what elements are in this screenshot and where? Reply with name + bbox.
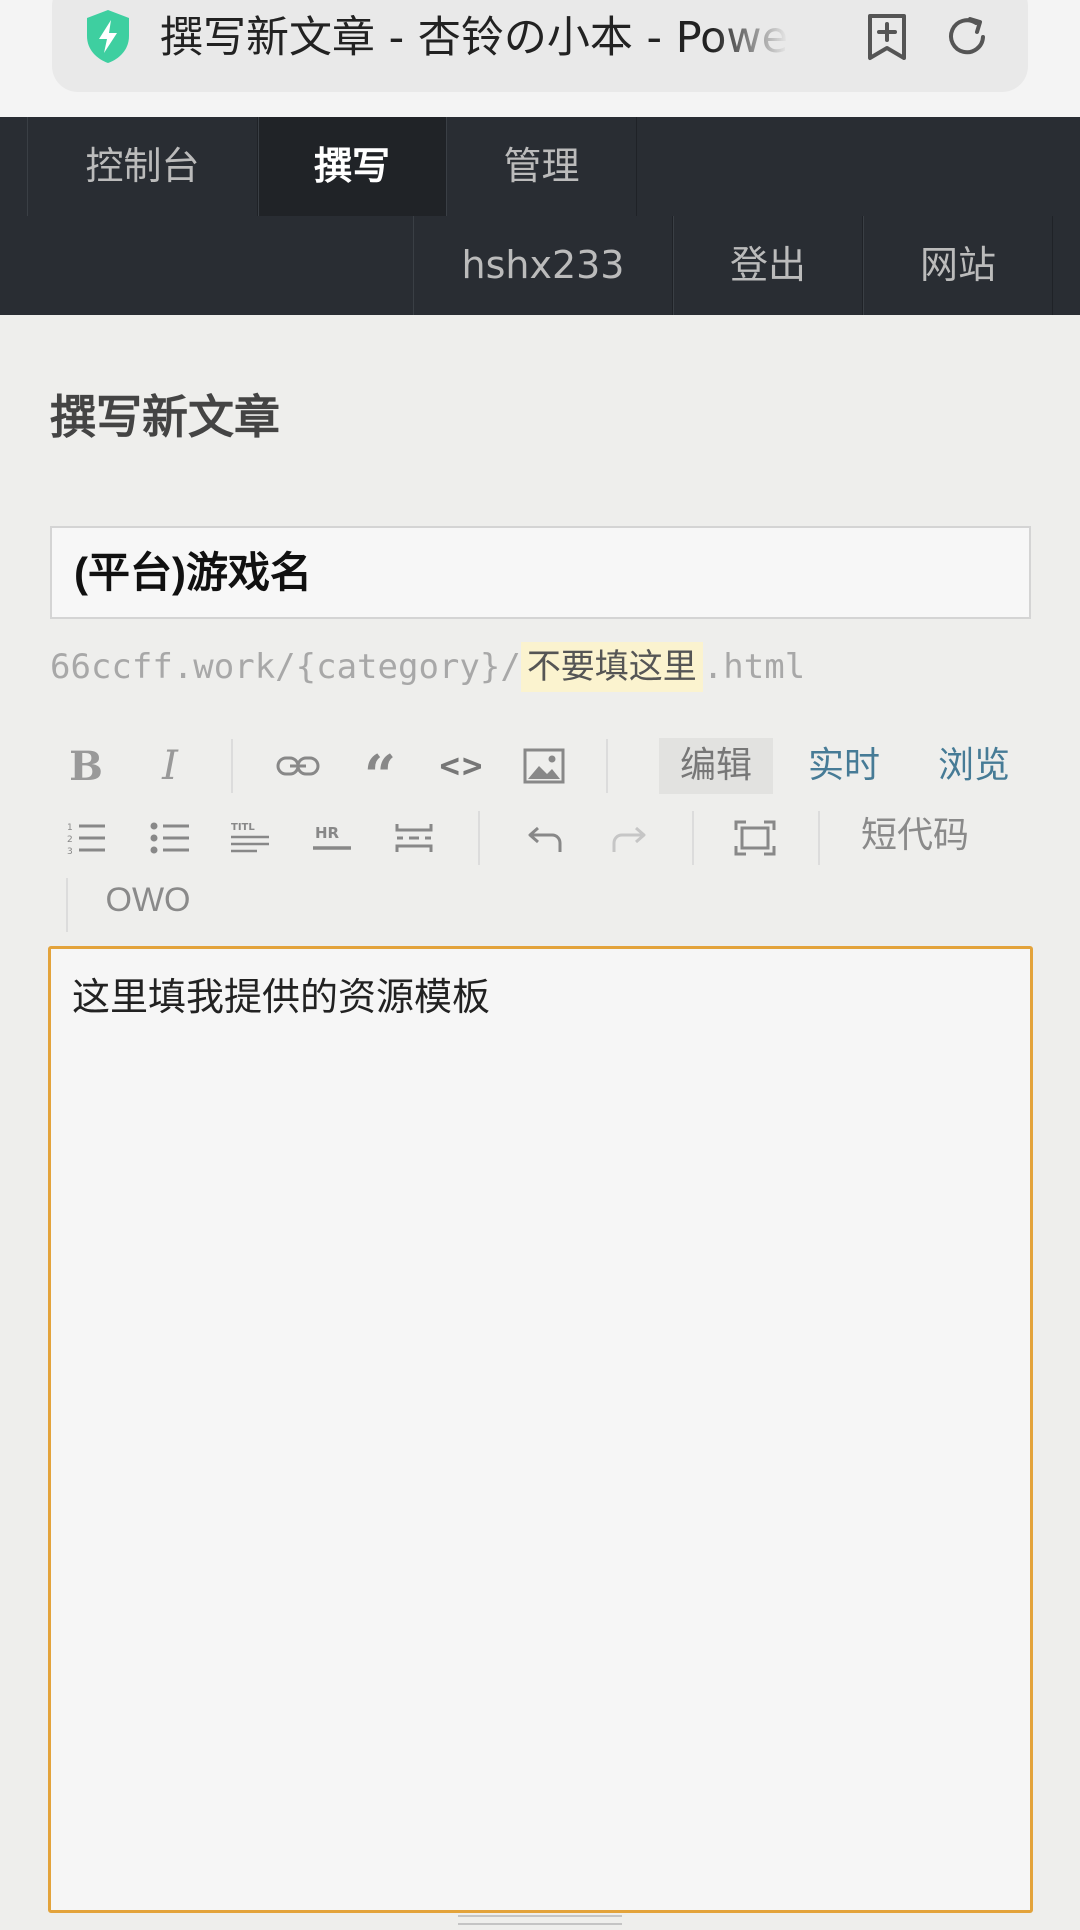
content-editor[interactable]: 这里填我提供的资源模板 bbox=[48, 946, 1033, 1913]
toolbar-divider bbox=[692, 811, 694, 865]
heading-icon: TITL bbox=[231, 822, 269, 853]
italic-button[interactable]: I bbox=[138, 736, 202, 796]
admin-nav: 控制台 撰写 管理 hshx233 登出 网站 bbox=[0, 117, 1080, 315]
user-nav: hshx233 登出 网站 bbox=[0, 216, 1080, 315]
image-icon bbox=[523, 748, 565, 784]
fullscreen-icon bbox=[734, 820, 776, 856]
undo-button[interactable] bbox=[514, 808, 578, 868]
nav-write[interactable]: 撰写 bbox=[258, 117, 446, 216]
bookmark-add-icon[interactable] bbox=[860, 10, 914, 64]
permalink-suffix: .html bbox=[702, 647, 806, 687]
undo-icon bbox=[528, 826, 562, 852]
nav-logout[interactable]: 登出 bbox=[673, 216, 863, 315]
toolbar-divider bbox=[818, 811, 820, 865]
mode-edit-tab[interactable]: 编辑 bbox=[659, 738, 773, 794]
shortcode-button[interactable]: 短代码 bbox=[850, 808, 980, 864]
code-icon: <> bbox=[439, 746, 485, 786]
toolbar-divider bbox=[231, 739, 233, 793]
nav-manage[interactable]: 管理 bbox=[446, 117, 637, 216]
bold-button[interactable]: B bbox=[54, 736, 118, 796]
primary-nav: 控制台 撰写 管理 bbox=[0, 117, 1080, 216]
editor-resize-handle[interactable] bbox=[458, 1915, 622, 1925]
ordered-list-icon: 1 2 3 bbox=[67, 823, 105, 856]
image-button[interactable] bbox=[512, 736, 576, 796]
browser-bar: 撰写新文章 - 杏铃の小本 - Powered by Typecho bbox=[0, 0, 1080, 117]
fullscreen-button[interactable] bbox=[723, 808, 787, 868]
italic-icon: I bbox=[162, 743, 178, 789]
slug-input[interactable]: 不要填这里 bbox=[520, 642, 703, 692]
nav-dashboard[interactable]: 控制台 bbox=[27, 117, 258, 216]
svg-text:3: 3 bbox=[67, 847, 73, 856]
svg-text:TITL: TITL bbox=[231, 822, 255, 833]
owo-emoji-button[interactable]: OWO bbox=[100, 872, 196, 928]
tab-title: 撰写新文章 - 杏铃の小本 - Powered by Typecho bbox=[160, 13, 788, 63]
link-icon bbox=[276, 756, 320, 776]
permalink-prefix: 66ccff.work/{category}/ bbox=[50, 647, 521, 687]
nav-username[interactable]: hshx233 bbox=[413, 216, 673, 315]
page-title: 撰写新文章 bbox=[50, 390, 280, 444]
shield-bolt-icon bbox=[87, 10, 129, 63]
toolbar-divider bbox=[66, 878, 68, 932]
mode-live-tab[interactable]: 实时 bbox=[786, 738, 902, 794]
heading-button[interactable]: TITL bbox=[218, 808, 282, 868]
code-button[interactable]: <> bbox=[430, 736, 494, 796]
svg-text:1: 1 bbox=[67, 823, 73, 833]
quote-button[interactable]: “ bbox=[348, 736, 412, 809]
reload-icon[interactable] bbox=[940, 10, 994, 64]
redo-icon bbox=[612, 826, 646, 852]
redo-button[interactable] bbox=[596, 808, 660, 868]
more-icon bbox=[395, 824, 433, 852]
nav-site[interactable]: 网站 bbox=[863, 216, 1053, 315]
bold-icon: B bbox=[69, 742, 103, 790]
unordered-list-button[interactable] bbox=[138, 808, 202, 868]
more-button[interactable] bbox=[382, 808, 446, 868]
post-title-input[interactable]: (平台)游戏名 bbox=[50, 526, 1031, 619]
toolbar-divider bbox=[478, 811, 480, 865]
hr-button[interactable]: HR bbox=[300, 808, 364, 868]
hr-icon: HR bbox=[313, 824, 351, 850]
svg-text:HR: HR bbox=[315, 824, 340, 842]
svg-text:2: 2 bbox=[67, 835, 73, 845]
mode-preview-tab[interactable]: 浏览 bbox=[916, 738, 1032, 794]
permalink-row: 66ccff.work/{category}/不要填这里 .html bbox=[50, 642, 805, 692]
ordered-list-button[interactable]: 1 2 3 bbox=[54, 808, 118, 868]
link-button[interactable] bbox=[266, 736, 330, 796]
toolbar-divider bbox=[606, 739, 608, 793]
unordered-list-icon bbox=[150, 822, 189, 854]
quote-icon: “ bbox=[363, 743, 397, 809]
